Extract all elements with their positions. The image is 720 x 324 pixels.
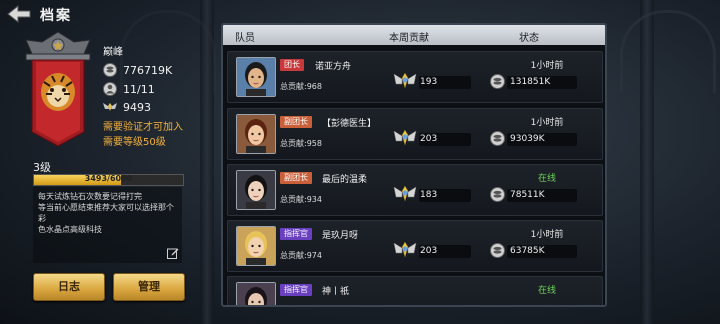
edit-icon[interactable] bbox=[167, 247, 179, 259]
member-weekly-contribution: 193 bbox=[420, 77, 438, 87]
member-status: 1小时前 bbox=[530, 230, 564, 240]
member-name: 诺亚方舟 bbox=[315, 62, 352, 72]
coin-stack-icon bbox=[103, 63, 117, 77]
member-coins: 93039K bbox=[510, 134, 545, 144]
member-status: 1小时前 bbox=[530, 61, 564, 71]
back-button[interactable] bbox=[6, 4, 32, 24]
member-name: 最后的温柔 bbox=[322, 175, 368, 185]
wing-badge-icon bbox=[103, 103, 117, 111]
column-header-weekly: 本周贡献 bbox=[389, 33, 429, 44]
guild-level: 3级 bbox=[33, 161, 51, 174]
guild-score: 9493 bbox=[103, 100, 151, 114]
member-weekly-contribution: 203 bbox=[420, 246, 438, 256]
member-status: 在线 bbox=[537, 174, 556, 184]
wing-badge-icon bbox=[393, 72, 417, 89]
member-name: 是玖月呀 bbox=[322, 231, 359, 241]
member-total-contribution: 总贡献:968 bbox=[280, 82, 322, 91]
column-header-status: 状态 bbox=[519, 33, 539, 44]
coin-stack-icon bbox=[490, 243, 505, 258]
member-avatar[interactable] bbox=[236, 226, 276, 266]
guild-members: 11/11 bbox=[103, 82, 155, 96]
member-weekly-contribution: 203 bbox=[420, 134, 438, 144]
wing-badge-icon bbox=[393, 241, 417, 258]
member-coins: 63785K bbox=[510, 246, 545, 256]
member-coins: 78511K bbox=[510, 190, 545, 200]
member-avatar[interactable] bbox=[236, 282, 276, 305]
page-title: 档案 bbox=[40, 8, 72, 24]
guild-name: 巅峰 bbox=[103, 47, 123, 58]
table-row[interactable]: 指挥官 神丨祇 在线 bbox=[227, 276, 603, 305]
member-total-contribution: 总贡献:958 bbox=[280, 139, 322, 148]
guild-notice-text: 每天试炼钻石次数要记得打完 等当前心愿结束推荐大家可以选择那个彩 色水晶点高级科… bbox=[38, 192, 174, 234]
rank-badge: 指挥官 bbox=[280, 228, 312, 240]
rank-badge: 指挥官 bbox=[280, 284, 312, 296]
join-requirement-level: 需要等级50级 bbox=[103, 137, 166, 148]
member-table: 队员 本周贡献 状态 团长 诺亚方舟 1小时前 总贡献:968 193 1318… bbox=[221, 23, 607, 307]
wing-badge-icon bbox=[393, 129, 417, 146]
member-status: 1小时前 bbox=[530, 118, 564, 128]
guild-exp-text: 3493/6000 bbox=[84, 174, 133, 183]
member-weekly-contribution: 183 bbox=[420, 190, 438, 200]
coin-stack-icon bbox=[490, 74, 505, 89]
rank-badge: 团长 bbox=[280, 59, 304, 71]
person-icon bbox=[103, 82, 117, 96]
coin-stack-icon bbox=[490, 187, 505, 202]
member-avatar[interactable] bbox=[236, 57, 276, 97]
guild-members-value: 11/11 bbox=[123, 82, 155, 96]
guild-power: 776719K bbox=[103, 63, 172, 77]
member-name: 【彭德医生】 bbox=[322, 119, 377, 129]
rank-badge: 副团长 bbox=[280, 116, 312, 128]
table-row[interactable]: 团长 诺亚方舟 1小时前 总贡献:968 193 131851K bbox=[227, 51, 603, 103]
guild-emblem bbox=[22, 31, 94, 150]
member-total-contribution: 总贡献:934 bbox=[280, 195, 322, 204]
table-header: 队员 本周贡献 状态 bbox=[223, 25, 605, 45]
member-avatar[interactable] bbox=[236, 170, 276, 210]
rank-badge: 副团长 bbox=[280, 172, 312, 184]
wing-badge-icon bbox=[393, 185, 417, 202]
manage-button[interactable]: 管理 bbox=[113, 273, 185, 301]
member-avatar[interactable] bbox=[236, 114, 276, 154]
join-requirement-verify: 需要验证才可加入 bbox=[103, 122, 183, 133]
member-coins: 131851K bbox=[510, 77, 551, 87]
member-name: 神丨祇 bbox=[322, 287, 350, 297]
member-status: 在线 bbox=[537, 286, 556, 296]
log-button[interactable]: 日志 bbox=[33, 273, 105, 301]
guild-exp-bar: 3493/6000 bbox=[33, 174, 184, 186]
guild-score-value: 9493 bbox=[123, 100, 151, 114]
table-row[interactable]: 指挥官 是玖月呀 1小时前 总贡献:974 203 63785K bbox=[227, 220, 603, 272]
coin-stack-icon bbox=[490, 131, 505, 146]
guild-notice: 每天试炼钻石次数要记得打完 等当前心愿结束推荐大家可以选择那个彩 色水晶点高级科… bbox=[33, 187, 182, 263]
guild-power-value: 776719K bbox=[123, 63, 173, 77]
back-arrow-icon bbox=[7, 4, 31, 24]
table-row[interactable]: 副团长 【彭德医生】 1小时前 总贡献:958 203 93039K bbox=[227, 108, 603, 160]
table-row[interactable]: 副团长 最后的温柔 在线 总贡献:934 183 78511K bbox=[227, 164, 603, 216]
column-header-member: 队员 bbox=[235, 33, 255, 44]
member-total-contribution: 总贡献:974 bbox=[280, 251, 322, 260]
